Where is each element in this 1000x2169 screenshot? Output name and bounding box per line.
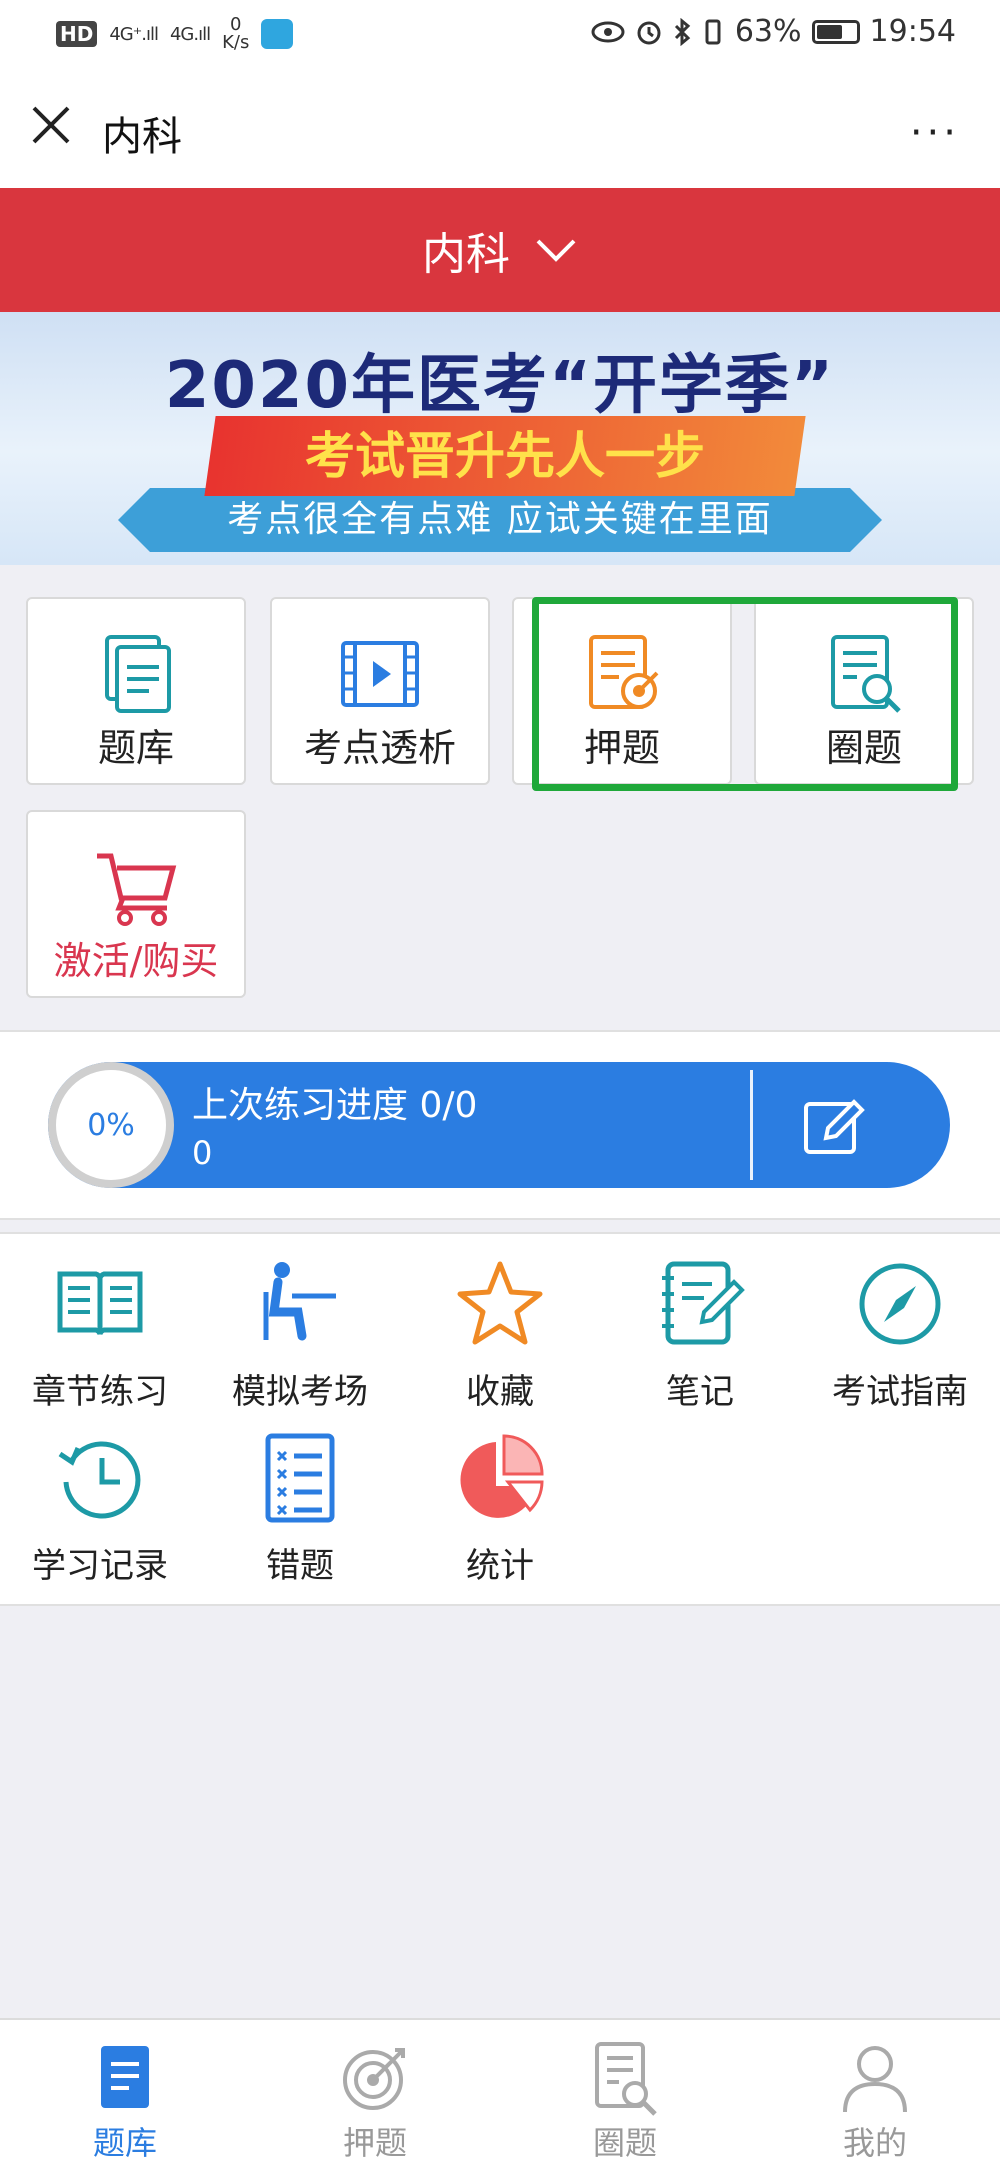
- tile-label: 激活/购买: [53, 939, 219, 983]
- tile-label: 押题: [583, 726, 660, 770]
- search-document-nav-icon: [595, 2042, 657, 2116]
- feature-label: 学习记录: [32, 1546, 168, 1586]
- exam-seat-icon: [263, 1262, 336, 1341]
- progress-section: 0% 上次练习进度 0/0 0: [0, 1030, 1000, 1220]
- target-icon: [343, 2048, 405, 2110]
- promo-banner[interactable]: 2020年医考“开学季” 考点很全有点难 应试关键在里面 考试晋升先人一步: [0, 312, 1000, 565]
- status-bar: HD 4G⁺.ıll 4G.ıll 0 K/s 63% 19:54: [0, 0, 1000, 70]
- banner-headline: 2020年医考“开学季”: [164, 349, 836, 423]
- net-speed-unit: K/s: [222, 32, 250, 53]
- eye-icon: [591, 21, 625, 42]
- subject-label: 内科: [422, 229, 510, 280]
- ribbon-tail-left: [118, 488, 150, 552]
- pie-chart-icon: [460, 1434, 544, 1518]
- tile-key-points[interactable]: 考点透析: [270, 597, 490, 785]
- alarm-icon: [637, 21, 661, 44]
- net-speed: 0 K/s: [222, 16, 249, 52]
- progress-title: 上次练习进度 0/0: [192, 1085, 478, 1126]
- hd-badge: HD: [56, 21, 98, 47]
- book-icon: [57, 1271, 143, 1336]
- banner-subline-ribbon: 考点很全有点难 应试关键在里面: [150, 488, 850, 552]
- progress-ring: 0%: [48, 1062, 174, 1188]
- nav-tab-profile[interactable]: 我的: [750, 2020, 1000, 2169]
- feature-mock-exam[interactable]: 模拟考场: [200, 1246, 400, 1416]
- chevron-down-icon: [536, 239, 576, 262]
- battery-percent: 63%: [734, 14, 802, 49]
- vibrate-icon: [705, 19, 721, 44]
- feature-notes[interactable]: 笔记: [600, 1246, 800, 1416]
- truck-app-icon: [261, 19, 294, 49]
- progress-percent: 0%: [87, 1107, 135, 1143]
- search-document-icon: [831, 635, 901, 713]
- tile-question-bank[interactable]: 题库: [26, 597, 246, 785]
- compass-icon: [859, 1263, 941, 1345]
- feature-label: 模拟考场: [232, 1372, 368, 1412]
- shopping-cart-icon: [97, 853, 177, 926]
- tile-label: 题库: [97, 726, 174, 770]
- banner-tagline: 考试晋升先人一步: [305, 427, 705, 485]
- wrong-list-icon: [265, 1433, 335, 1523]
- banner-subline: 考点很全有点难 应试关键在里面: [227, 499, 773, 540]
- feature-label: 统计: [466, 1546, 534, 1586]
- battery-icon: [811, 19, 860, 44]
- feature-label: 笔记: [666, 1372, 734, 1412]
- subject-selector[interactable]: 内科: [0, 188, 1000, 312]
- nav-label: 题库: [92, 2124, 157, 2162]
- video-film-icon: [341, 641, 419, 707]
- close-icon[interactable]: [26, 100, 76, 150]
- progress-count: 0: [192, 1134, 213, 1172]
- entry-tiles: 题库 考点透析 押题 圈题 激活/购买: [0, 565, 1000, 1030]
- progress-divider: [750, 1070, 753, 1180]
- nav-tab-circle[interactable]: 圈题: [500, 2020, 750, 2169]
- feature-chapter-practice[interactable]: 章节练习: [0, 1246, 200, 1416]
- tile-predict-questions[interactable]: 押题: [512, 597, 732, 785]
- tile-label: 圈题: [825, 726, 902, 770]
- feature-grid: 章节练习 模拟考场 收藏 笔记 考试指南 学习记录 错题 统计: [0, 1232, 1000, 1606]
- nav-tab-question-bank[interactable]: 题库: [0, 2020, 250, 2169]
- history-icon: [58, 1441, 141, 1519]
- tile-circle-questions[interactable]: 圈题: [754, 597, 974, 785]
- signal-2: 4G.ıll: [169, 23, 211, 45]
- edit-icon[interactable]: [800, 1094, 870, 1158]
- title-bar: 内科 ···: [0, 70, 1000, 188]
- feature-favorites[interactable]: 收藏: [400, 1246, 600, 1416]
- bottom-nav: 题库 押题 圈题 我的: [0, 2018, 1000, 2169]
- feature-label: 错题: [266, 1546, 334, 1586]
- nav-label: 押题: [342, 2124, 407, 2162]
- bluetooth-icon: [674, 17, 691, 46]
- notebook-icon: [662, 1261, 745, 1345]
- feature-wrong-questions[interactable]: 错题: [200, 1420, 400, 1590]
- nav-label: 我的: [842, 2124, 907, 2162]
- tile-activate-buy[interactable]: 激活/购买: [26, 810, 246, 998]
- status-left: HD 4G⁺.ıll 4G.ıll 0 K/s: [56, 16, 294, 52]
- page-title: 内科: [102, 114, 182, 160]
- banner-tagline-ribbon: 考试晋升先人一步: [204, 416, 806, 496]
- more-menu-button[interactable]: ···: [910, 110, 960, 156]
- question-bank-icon: [105, 635, 171, 713]
- clock: 19:54: [869, 14, 956, 49]
- feature-label: 章节练习: [32, 1372, 168, 1412]
- feature-study-history[interactable]: 学习记录: [0, 1420, 200, 1590]
- target-document-icon: [589, 635, 659, 709]
- signal-1: 4G⁺.ıll: [109, 23, 159, 45]
- ribbon-tail-right: [850, 488, 882, 552]
- feature-statistics[interactable]: 统计: [400, 1420, 600, 1590]
- nav-tab-predict[interactable]: 押题: [250, 2020, 500, 2169]
- user-icon: [843, 2046, 907, 2113]
- feature-label: 考试指南: [832, 1372, 968, 1412]
- status-right: 63% 19:54: [591, 14, 956, 49]
- feature-exam-guide[interactable]: 考试指南: [800, 1246, 1000, 1416]
- nav-label: 圈题: [592, 2124, 657, 2162]
- tile-label: 考点透析: [303, 726, 456, 770]
- feature-label: 收藏: [466, 1372, 534, 1412]
- star-icon: [457, 1261, 543, 1345]
- question-bank-nav-icon: [101, 2046, 149, 2108]
